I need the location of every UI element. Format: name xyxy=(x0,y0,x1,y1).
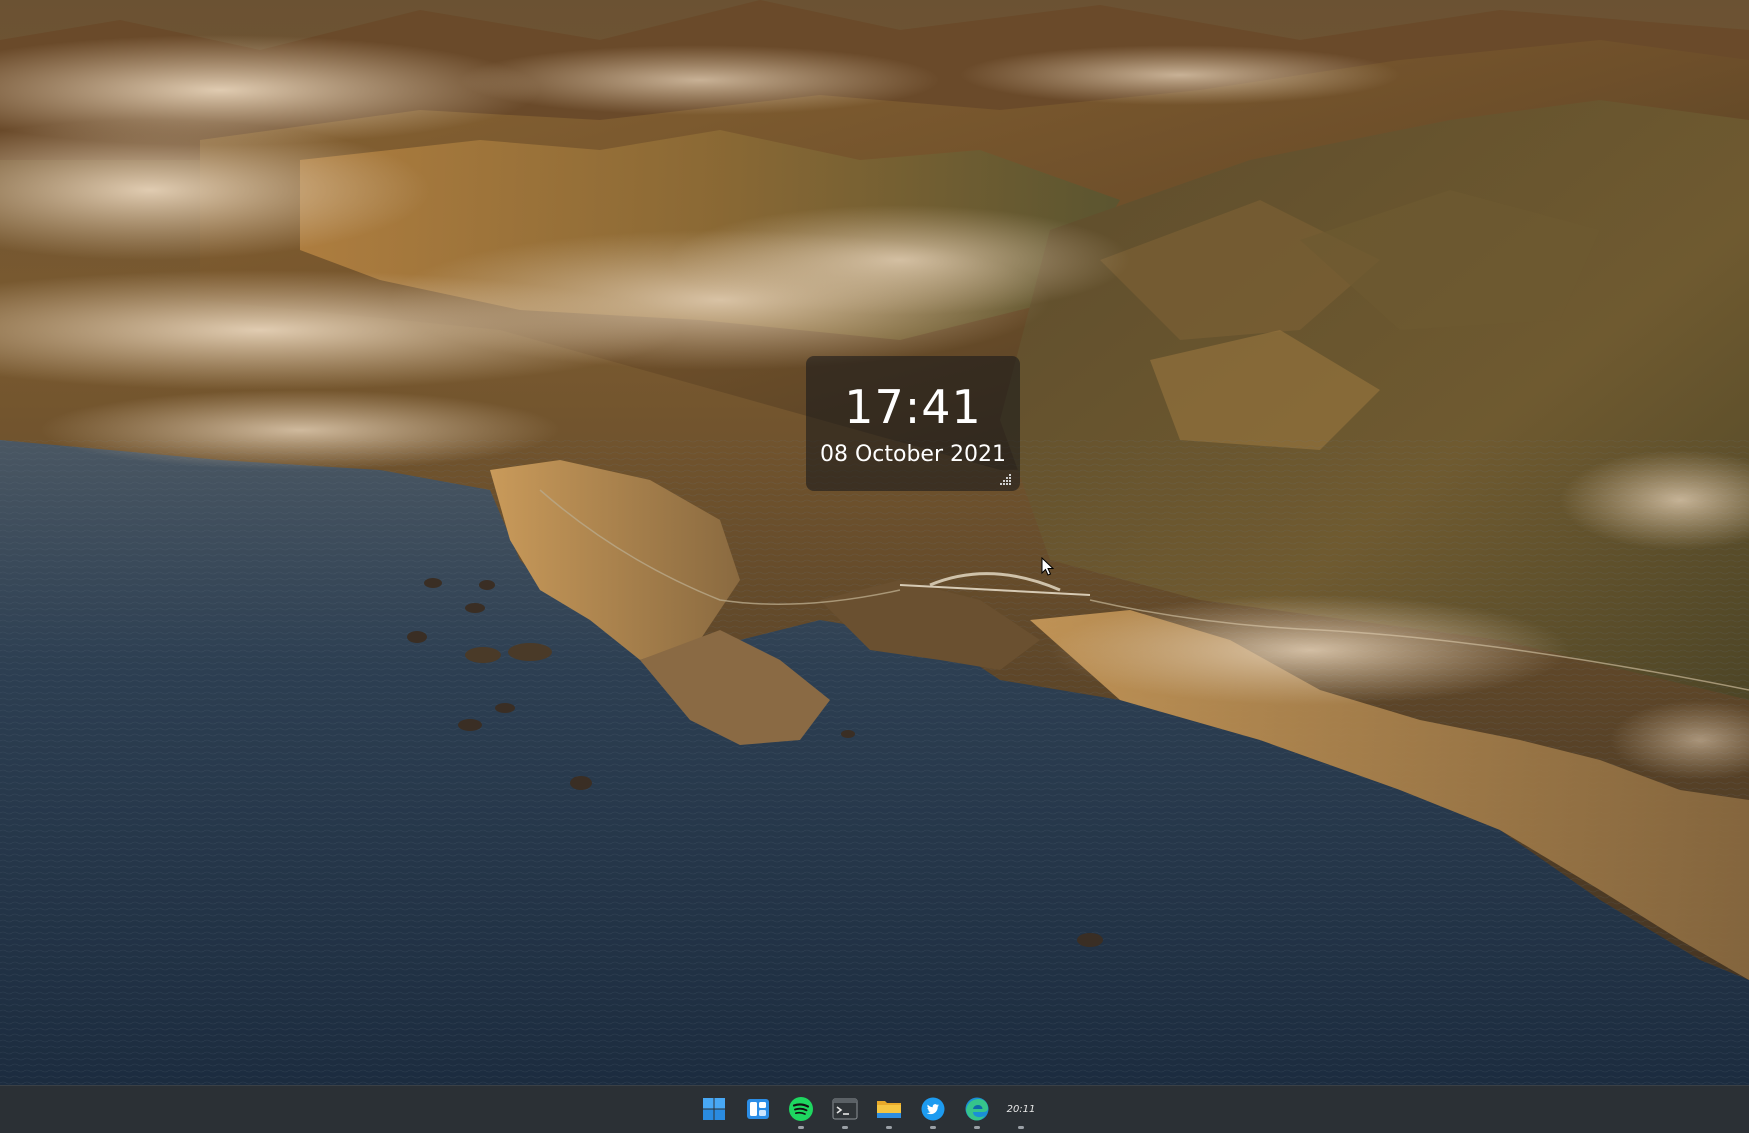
clock-time: 17:41 xyxy=(844,380,982,434)
taskbar: 20:11 xyxy=(0,1085,1749,1133)
folder-icon xyxy=(877,1101,901,1118)
widgets-icon xyxy=(747,1099,769,1119)
widgets-button[interactable] xyxy=(738,1086,778,1132)
taskbar-spotify[interactable] xyxy=(781,1086,821,1132)
windows-start-icon xyxy=(703,1098,725,1120)
clock-text-icon: 20:11 xyxy=(1006,1103,1036,1115)
clock-widget[interactable]: 17:41 08 October 2021 xyxy=(806,356,1020,491)
terminal-icon xyxy=(832,1098,858,1120)
running-indicator xyxy=(974,1126,980,1129)
running-indicator xyxy=(930,1126,936,1129)
taskbar-terminal[interactable] xyxy=(825,1086,865,1132)
taskbar-edge[interactable] xyxy=(957,1086,997,1132)
desktop: 17:41 08 October 2021 xyxy=(0,0,1749,1085)
running-indicator xyxy=(798,1126,804,1129)
running-indicator xyxy=(1018,1126,1024,1129)
clock-date: 08 October 2021 xyxy=(819,442,1006,467)
edge-icon xyxy=(965,1097,989,1121)
wallpaper-image xyxy=(0,0,1749,1085)
running-indicator xyxy=(842,1126,848,1129)
twitter-icon xyxy=(921,1097,945,1121)
spotify-icon xyxy=(789,1097,813,1121)
resize-grip-icon[interactable] xyxy=(1000,473,1012,485)
taskbar-clock-app[interactable]: 20:11 xyxy=(1001,1086,1041,1132)
taskbar-twitter[interactable] xyxy=(913,1086,953,1132)
start-button[interactable] xyxy=(694,1086,734,1132)
running-indicator xyxy=(886,1126,892,1129)
mouse-cursor-icon xyxy=(1041,557,1055,576)
taskbar-file-explorer[interactable] xyxy=(869,1086,909,1132)
